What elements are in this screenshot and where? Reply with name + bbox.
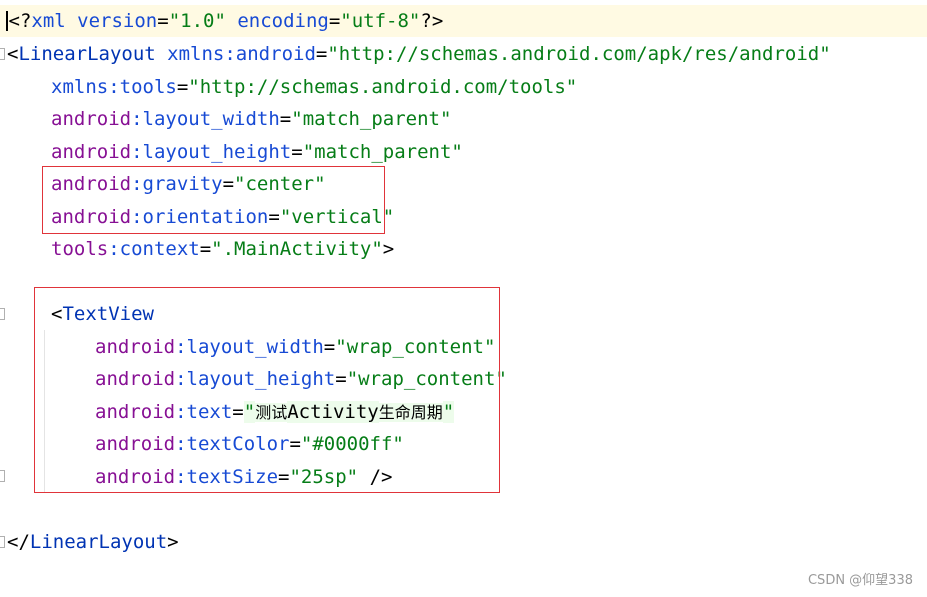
fold-marker[interactable] <box>0 308 5 320</box>
fold-marker[interactable] <box>0 536 5 548</box>
highlight-box-textview <box>34 287 500 493</box>
fold-marker[interactable] <box>0 48 5 60</box>
watermark: CSDN @仰望338 <box>807 573 913 588</box>
code-line-4[interactable]: android:layout_width="match_parent" <box>51 103 451 135</box>
code-editor[interactable]: <?xml version="1.0" encoding="utf-8"?> <… <box>0 0 927 597</box>
code-line-2[interactable]: <LinearLayout xmlns:android="http://sche… <box>7 38 831 70</box>
code-line-8[interactable]: tools:context=".MainActivity"> <box>51 233 394 265</box>
code-line-5[interactable]: android:layout_height="match_parent" <box>51 136 463 168</box>
fold-marker[interactable] <box>0 470 5 482</box>
code-line-3[interactable]: xmlns:tools="http://schemas.android.com/… <box>51 71 577 103</box>
code-line-17[interactable]: </LinearLayout> <box>7 526 179 558</box>
code-line-1[interactable]: <?xml version="1.0" encoding="utf-8"?> <box>0 5 927 37</box>
highlight-box-gravity-orientation <box>42 166 385 234</box>
text-caret <box>6 11 8 31</box>
